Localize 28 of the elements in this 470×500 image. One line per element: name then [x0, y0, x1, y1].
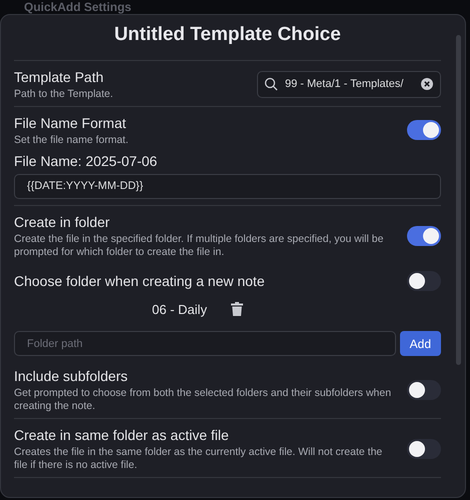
setting-description: Set the file name format.	[14, 134, 128, 146]
setting-name: Choose folder when creating a new note	[14, 272, 265, 290]
toggle-switch[interactable]	[407, 120, 441, 140]
setting-name: File Name Format	[14, 114, 128, 132]
setting-description: Creates the file in the same folder as the currently active file. Will not create the file if there is no active file.	[14, 446, 384, 472]
setting-description: Get prompted to choose from both the selected folders and their subfolders when creating the note.	[14, 387, 392, 413]
setting-description: Create the file in the specified folder. If multiple folders are specified, you will be prompted for which folder to create the file in.	[14, 232, 384, 258]
toggle-switch[interactable]	[407, 270, 441, 290]
setting-name: Template Path	[14, 68, 104, 86]
folder-path-field[interactable]: Folder path	[14, 331, 396, 356]
text-field[interactable]: {{DATE:YYYY-MM-DD}}	[14, 174, 441, 198]
background-title: QuickAdd Settings	[23, 0, 132, 14]
scrollbar[interactable]	[456, 35, 461, 365]
toggle-switch[interactable]	[407, 439, 441, 459]
clear-icon[interactable]	[421, 78, 433, 90]
setting-name: Create in same folder as active file	[14, 426, 230, 444]
toggle-switch[interactable]	[407, 226, 441, 246]
template-path-field[interactable]: 99 - Meta/1 - Templates/	[257, 70, 441, 98]
add-button[interactable]: Add	[400, 331, 441, 356]
search-icon	[264, 76, 278, 90]
trash-icon[interactable]	[230, 302, 243, 316]
toggle-switch[interactable]	[407, 380, 441, 400]
setting-name: Include subfolders	[14, 367, 129, 385]
setting-name: Create in folder	[14, 212, 111, 230]
modal-title: Untitled Template Choice	[113, 23, 342, 47]
field-label: File Name: 2025-07-06	[14, 152, 158, 170]
folder-name: 06 - Daily	[152, 300, 207, 319]
setting-description: Path to the Template.	[14, 88, 114, 100]
